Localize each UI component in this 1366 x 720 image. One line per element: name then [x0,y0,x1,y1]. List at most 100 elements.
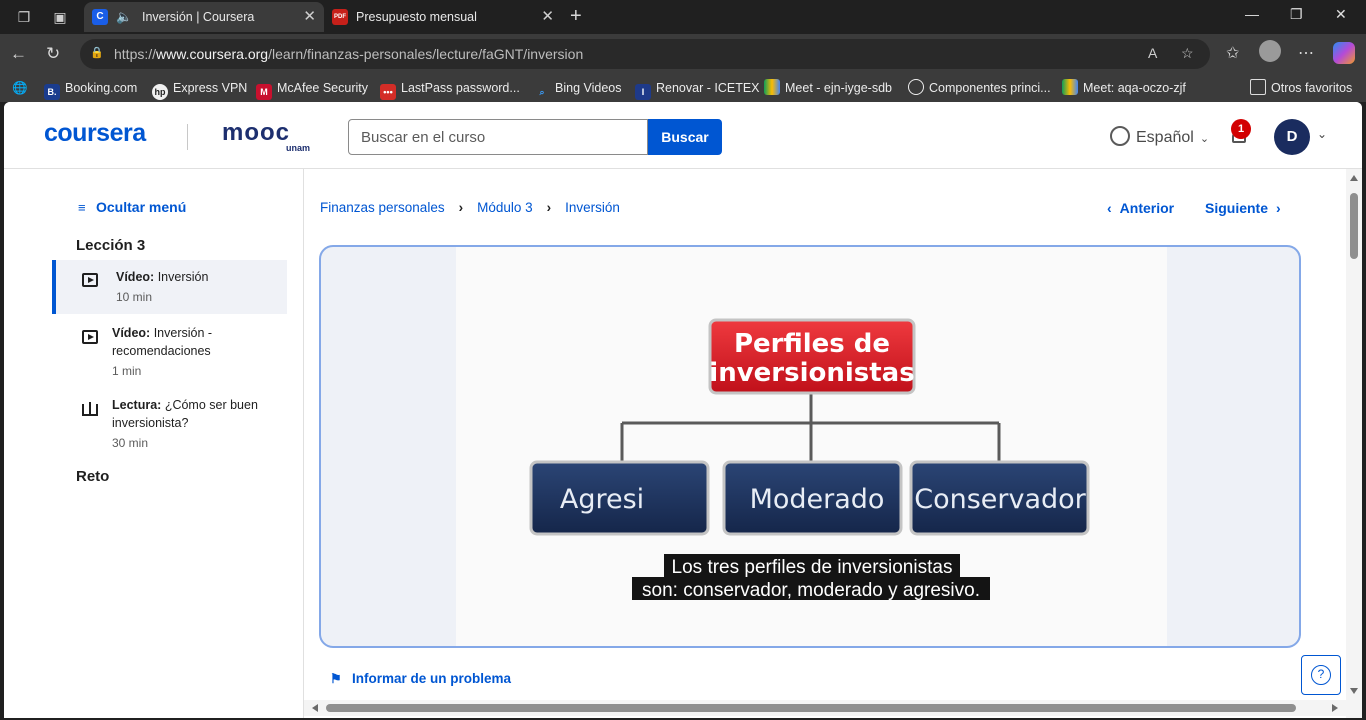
connector-lines [620,393,1001,463]
video-icon [82,330,98,344]
url-field[interactable]: 🔒 https://www.coursera.org/learn/finanza… [80,39,1210,69]
item-duration: 10 min [116,290,153,304]
favorite-lastpass[interactable]: ••• LastPass password... [380,74,520,102]
favorite-bing-videos[interactable]: ⌕ Bing Videos [534,74,621,102]
copilot-icon[interactable] [1333,42,1355,64]
hide-menu-button[interactable]: ≡ Ocultar menú [78,199,186,215]
coursera-logo[interactable]: coursera [44,119,146,148]
horizontal-scrollbar[interactable] [304,700,1346,716]
refresh-icon[interactable]: ↻ [46,44,60,64]
avatar[interactable]: D [1274,119,1310,155]
more-options-icon[interactable]: ⋯ [1298,43,1314,63]
sidebar-item-video-recomendaciones[interactable]: Vídeo: Inversión - recomendaciones 1 min [52,322,287,382]
mooc-unam-logo[interactable]: mooc unam [222,119,314,153]
scroll-up-icon[interactable] [1350,175,1358,181]
section-reto[interactable]: Reto [76,468,109,485]
favorites-bar: 🌐 B. Booking.com hp Express VPN M McAfee Se… [0,74,1366,102]
language-selector[interactable]: Español ⌄ [1110,126,1209,147]
favorite-meet-1[interactable]: Meet - ejn-iyge-sdb [764,74,892,102]
search-button[interactable]: Buscar [648,119,722,155]
lock-icon[interactable]: 🔒 [90,46,104,60]
course-search [348,119,648,155]
restore-icon[interactable]: ❐ [1290,6,1303,23]
main-content: Finanzas personales › Módulo 3 › Inversión ‹… [305,169,1345,718]
close-tab-icon[interactable]: ✕ [541,2,554,32]
lesson-title: Lección 3 [76,237,146,254]
vertical-tabs-icon[interactable]: ▣ [50,7,70,27]
sidebar-item-lectura[interactable]: Lectura: ¿Cómo ser buen inversionista? 3… [52,394,287,454]
flag-icon: ⚑ [330,671,342,686]
openai-icon [908,79,924,95]
site-header: coursera mooc unam Buscar Español⌄ 1 D ⌄ [4,102,1362,169]
logo-divider [187,124,188,150]
workspaces-icon[interactable]: ❐ [14,7,34,27]
close-tab-icon[interactable]: ✕ [303,2,316,32]
back-icon[interactable]: ← [10,44,27,64]
coursera-page: coursera mooc unam Buscar Español⌄ 1 D ⌄… [4,102,1362,718]
item-type: Vídeo: [112,326,151,340]
notification-badge: 1 [1231,119,1251,139]
favorite-star-icon[interactable]: ☆ [1181,45,1194,62]
scroll-left-icon[interactable] [312,704,318,712]
scroll-right-icon[interactable] [1332,704,1338,712]
tab-presupuesto[interactable]: PDF Presupuesto mensual ✕ [324,2,562,32]
favorite-icetex[interactable]: I Renovar - ICETEX [635,74,760,102]
minimize-icon[interactable]: — [1245,6,1259,22]
profile-icon[interactable] [1259,40,1281,62]
pdf-favicon-icon: PDF [332,9,348,25]
chevron-down-icon[interactable]: ⌄ [1317,127,1327,141]
report-problem-link[interactable]: ⚑ Informar de un problema [330,671,511,687]
slide-title-line2: inversionistas [709,358,914,388]
course-sidebar: ≡ Ocultar menú Lección 3 Vídeo: Inversión… [4,169,304,718]
globe-icon[interactable]: 🌐 [12,74,28,102]
previous-button[interactable]: ‹ Anterior [1107,200,1174,216]
sidebar-item-video-inversion[interactable]: Vídeo: Inversión 10 min [52,260,287,314]
scroll-thumb[interactable] [326,704,1296,712]
close-window-icon[interactable]: ✕ [1335,6,1347,23]
globe-icon [1110,126,1130,146]
speaker-icon[interactable]: 🔈 [116,2,132,32]
chevron-left-icon: ‹ [1107,200,1112,216]
breadcrumb-lesson[interactable]: Inversión [565,200,620,215]
breadcrumb-course[interactable]: Finanzas personales [320,200,445,215]
scroll-thumb[interactable] [1350,193,1358,259]
video-player[interactable]: Perfiles de inversionistas Agresi Modera… [319,245,1301,648]
scroll-down-icon[interactable] [1350,688,1358,694]
vertical-scrollbar[interactable] [1346,169,1362,718]
new-tab-icon[interactable]: + [570,4,582,28]
read-aloud-icon[interactable]: A [1148,45,1157,61]
meet-icon [764,79,780,95]
meet-icon [1062,79,1078,95]
favorites-icon[interactable]: ✩ [1226,43,1239,63]
search-input[interactable] [349,120,647,154]
breadcrumb: Finanzas personales › Módulo 3 › Inversión [320,200,620,215]
search-icon: ⌕ [539,87,545,97]
other-favorites[interactable]: Otros favoritos [1250,74,1352,102]
coursera-favicon-icon: C [92,9,108,25]
tab-title: Presupuesto mensual [356,10,477,24]
favorite-booking[interactable]: B. Booking.com [44,74,137,102]
profile-agresivo-label: Agresi [560,484,644,515]
tab-title: Inversión | Coursera [142,10,255,24]
favorite-expressvpn[interactable]: hp Express VPN [152,74,247,102]
book-icon [82,402,98,416]
tab-coursera[interactable]: C 🔈 Inversión | Coursera ✕ [84,2,324,32]
help-icon: ? [1311,665,1331,685]
slide-diagram: Perfiles de inversionistas Agresi Modera… [529,318,1090,601]
subtitle-line-2: son: conservador, moderado y agresivo. [642,580,980,601]
favorite-meet-2[interactable]: Meet: aqa-oczo-zjf [1062,74,1186,102]
chevron-down-icon: ⌄ [1199,133,1210,145]
help-button[interactable]: ? [1301,655,1341,695]
chevron-right-icon: › [546,200,552,215]
next-button[interactable]: Siguiente › [1205,200,1281,216]
item-type: Vídeo: [116,270,155,284]
favorite-componentes[interactable]: Componentes princi... [908,74,1051,102]
profile-moderado-label: Moderado [750,484,885,515]
browser-tab-bar: ❐ ▣ C 🔈 Inversión | Coursera ✕ PDF Presu… [0,0,1366,34]
folder-icon [1250,79,1266,95]
breadcrumb-module[interactable]: Módulo 3 [477,200,533,215]
subtitle-line-1: Los tres perfiles de inversionistas [672,557,953,578]
favorite-mcafee[interactable]: M McAfee Security [256,74,368,102]
chevron-right-icon: › [1276,200,1281,216]
item-title: Inversión [157,270,209,284]
